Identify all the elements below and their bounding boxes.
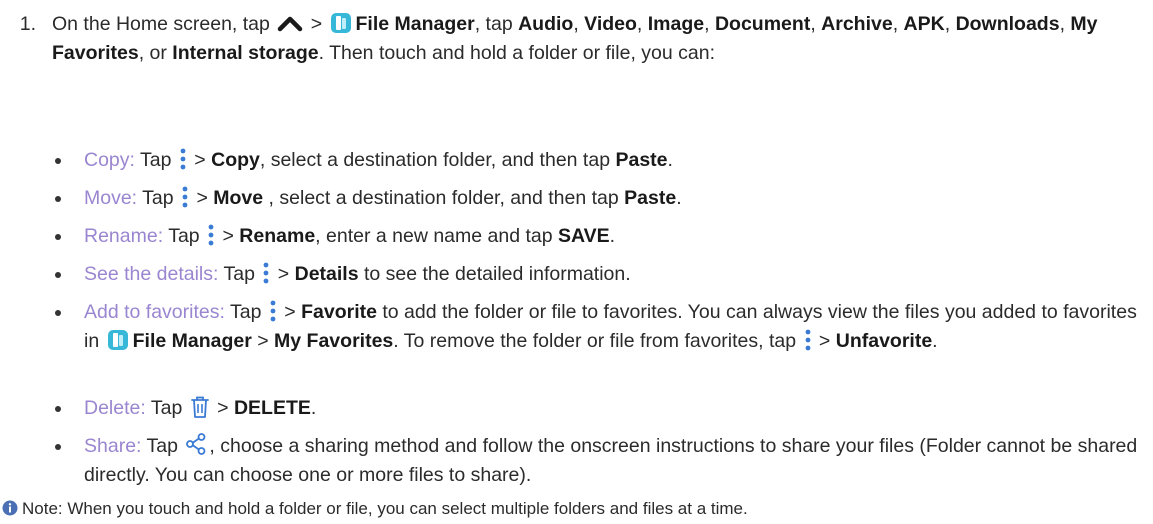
share-icon	[186, 432, 206, 455]
item-text-part: >	[813, 330, 836, 352]
item-text-part: Tap	[163, 225, 206, 247]
term-rename: Rename:	[84, 225, 164, 247]
item-text-part: >	[211, 397, 234, 419]
paste-label: Paste	[615, 149, 668, 171]
delete-label: DELETE	[233, 397, 311, 419]
term-copy: Copy:	[84, 149, 135, 171]
item-text: Share: Tap , choose a sharing method and…	[84, 432, 1146, 490]
paste-label: Paste	[624, 187, 677, 209]
item-text-part: >	[251, 330, 275, 352]
more-vertical-icon	[270, 300, 276, 322]
help-page: 1. On the Home screen, tap > File Manage…	[0, 0, 1153, 524]
step-number: 1.	[19, 13, 36, 35]
item-text-part: >	[191, 187, 214, 209]
item-text-part: .	[932, 330, 938, 352]
step-text-part: ,	[704, 13, 715, 35]
item-text: Rename: Tap > Rename, enter a new name a…	[84, 222, 1146, 251]
step-text-part: ,	[810, 13, 822, 35]
internal-storage-label: Internal storage	[172, 42, 319, 64]
bullet	[55, 444, 61, 450]
bullet	[55, 310, 61, 316]
step-text-part: ,	[944, 13, 956, 35]
item-text-part: Tap	[218, 263, 261, 285]
info-icon	[2, 500, 18, 516]
step-text-part: ,	[636, 13, 648, 35]
note-text: Note: When you touch and hold a folder o…	[22, 499, 748, 518]
bullet	[55, 196, 61, 202]
item-text-part: .	[310, 397, 317, 419]
bullet	[55, 272, 61, 278]
image-label: Image	[647, 13, 705, 35]
step-text-part: On the Home screen, tap	[52, 13, 276, 35]
file-manager-label: File Manager	[132, 330, 252, 352]
step-text: On the Home screen, tap > File Manager, …	[52, 10, 1146, 68]
caret-up-icon	[278, 16, 303, 32]
file-manager-icon	[107, 329, 128, 350]
item-text: See the details: Tap > Details to see th…	[84, 260, 1146, 289]
file-manager-label: File Manager	[355, 13, 475, 35]
item-text-part: , choose a sharing method and follow the…	[84, 435, 1138, 486]
item-text-part: >	[278, 301, 302, 323]
favorite-label: Favorite	[301, 301, 377, 323]
video-label: Video	[584, 13, 637, 35]
downloads-label: Downloads	[955, 13, 1060, 35]
item-text: Delete: Tap > DELETE.	[84, 394, 1146, 423]
copy-label: Copy	[211, 149, 260, 171]
file-manager-icon	[330, 12, 351, 33]
note: Note: When you touch and hold a folder o…	[2, 498, 1152, 520]
more-vertical-icon	[180, 148, 186, 170]
archive-label: Archive	[821, 13, 893, 35]
term-delete: Delete:	[84, 397, 146, 419]
item-text-part: Tap	[137, 187, 180, 209]
step-text-part: ,	[892, 13, 904, 35]
item-text-part: .	[667, 149, 673, 171]
item-text-part: . To remove the folder or file from favo…	[393, 330, 802, 352]
term-details: See the details:	[84, 263, 219, 285]
more-vertical-icon	[182, 186, 188, 208]
item-text-part: >	[217, 225, 240, 247]
item-text-part: >	[272, 263, 295, 285]
term-favorites: Add to favorites:	[84, 301, 225, 323]
term-move: Move:	[84, 187, 138, 209]
step-text-part: , tap	[474, 13, 519, 35]
step-text-part: >	[305, 13, 328, 35]
document-label: Document	[714, 13, 811, 35]
item-text-part: to see the detailed information.	[358, 263, 631, 285]
my-favorites-label: My Favorites	[274, 330, 394, 352]
item-text-part: >	[188, 149, 212, 171]
step-text-part: ,	[573, 13, 585, 35]
unfavorite-label: Unfavorite	[835, 330, 933, 352]
step-text-part: ,	[1059, 13, 1071, 35]
trash-icon	[190, 396, 209, 418]
more-vertical-icon	[805, 329, 810, 351]
item-text-part: Tap	[145, 397, 188, 419]
item-text-part: , enter a new name and tap	[315, 225, 558, 247]
apk-label: APK	[903, 13, 945, 35]
move-label: Move	[213, 187, 264, 209]
details-label: Details	[294, 263, 359, 285]
item-text: Move: Tap > Move , select a destination …	[84, 184, 1146, 213]
bullet	[55, 234, 61, 240]
rename-label: Rename	[239, 225, 316, 247]
more-vertical-icon	[263, 262, 269, 284]
item-text-part: Tap	[134, 149, 177, 171]
bullet	[55, 406, 61, 412]
term-share: Share:	[84, 435, 142, 457]
item-text-part: Tap	[224, 301, 267, 323]
item-text-part: , select a destination folder, and then …	[263, 187, 625, 209]
bullet	[55, 158, 61, 164]
step-text-part: . Then touch and hold a folder or file, …	[318, 42, 715, 64]
item-text: Copy: Tap > Copy, select a destination f…	[84, 146, 1146, 175]
item-text-part: .	[609, 225, 616, 247]
item-text-part: Tap	[141, 435, 184, 457]
save-label: SAVE	[558, 225, 610, 247]
item-text-part: .	[676, 187, 682, 209]
item-text-part: , select a destination folder, and then …	[259, 149, 616, 171]
item-text: Add to favorites: Tap > Favorite to add …	[84, 298, 1146, 356]
audio-label: Audio	[518, 13, 574, 35]
step-text-part: , or	[138, 42, 173, 64]
more-vertical-icon	[208, 224, 214, 246]
